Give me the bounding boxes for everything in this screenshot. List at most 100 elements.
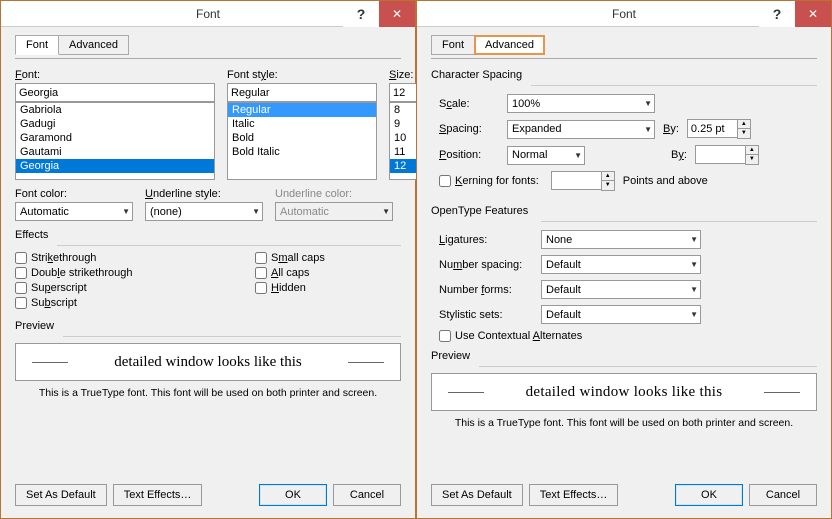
close-button[interactable]: ✕	[379, 1, 415, 27]
num-spacing-label: Number spacing:	[439, 259, 533, 271]
list-item[interactable]: Georgia	[16, 159, 214, 173]
list-item[interactable]: Regular	[228, 103, 376, 117]
spinner-down-icon[interactable]: ▼	[746, 155, 758, 164]
preview-line-icon	[764, 392, 800, 393]
ok-button[interactable]: OK	[259, 484, 327, 506]
preview-box: detailed window looks like this	[15, 343, 401, 381]
tab-font[interactable]: Font	[431, 35, 475, 55]
position-label: Position:	[439, 149, 499, 161]
ligatures-label: Ligatures:	[439, 234, 533, 246]
text-effects-button[interactable]: Text Effects…	[529, 484, 619, 506]
num-spacing-select[interactable]: Default▼	[541, 255, 701, 274]
chevron-down-icon: ▼	[382, 207, 390, 216]
set-default-button[interactable]: Set As Default	[15, 484, 107, 506]
stylistic-select[interactable]: Default▼	[541, 305, 701, 324]
preview-label: Preview	[431, 350, 817, 362]
list-item[interactable]: Gautami	[16, 145, 214, 159]
spacing-by-spinner[interactable]: ▲▼	[687, 119, 751, 139]
list-item[interactable]: Bold	[228, 131, 376, 145]
spinner-up-icon[interactable]: ▲	[602, 172, 614, 181]
chevron-down-icon: ▼	[690, 310, 698, 319]
preview-box: detailed window looks like this	[431, 373, 817, 411]
double-strikethrough-checkbox[interactable]: Double strikethrough	[15, 267, 255, 279]
tab-font[interactable]: Font	[15, 35, 59, 55]
spinner-down-icon[interactable]: ▼	[738, 129, 750, 138]
ot-features-label: OpenType Features	[431, 205, 817, 217]
num-forms-label: Number forms:	[439, 284, 533, 296]
list-item[interactable]: Italic	[228, 117, 376, 131]
list-item[interactable]: Gadugi	[16, 117, 214, 131]
chevron-down-icon: ▼	[644, 99, 652, 108]
font-style-input[interactable]	[227, 83, 377, 102]
cancel-button[interactable]: Cancel	[333, 484, 401, 506]
font-color-select[interactable]: Automatic▼	[15, 202, 133, 221]
underline-style-label: Underline style:	[145, 188, 263, 200]
chevron-down-icon: ▼	[690, 235, 698, 244]
num-forms-select[interactable]: Default▼	[541, 280, 701, 299]
small-caps-checkbox[interactable]: Small caps	[255, 252, 325, 264]
font-dialog-advanced-tab: Font ? ✕ Font Advanced Character Spacing…	[416, 0, 832, 519]
ok-button[interactable]: OK	[675, 484, 743, 506]
chevron-down-icon: ▼	[644, 125, 652, 134]
underline-style-select[interactable]: (none)▼	[145, 202, 263, 221]
scale-select[interactable]: 100%▼	[507, 94, 655, 113]
kerning-input[interactable]	[551, 171, 601, 190]
footnote: This is a TrueType font. This font will …	[431, 417, 817, 429]
set-default-button[interactable]: Set As Default	[431, 484, 523, 506]
position-select[interactable]: Normal▼	[507, 146, 585, 165]
window-title: Font	[196, 7, 220, 21]
by-label: By:	[663, 123, 679, 135]
font-dialog-font-tab: Font ? ✕ Font Advanced Font: Gabriola Ga…	[0, 0, 416, 519]
strikethrough-checkbox[interactable]: Strikethrough	[15, 252, 255, 264]
spacing-label: Spacing:	[439, 123, 499, 135]
font-listbox[interactable]: Gabriola Gadugi Garamond Gautami Georgia	[15, 102, 215, 180]
superscript-checkbox[interactable]: Superscript	[15, 282, 255, 294]
font-input[interactable]	[15, 83, 215, 102]
spinner-up-icon[interactable]: ▲	[746, 146, 758, 155]
kerning-spinner[interactable]: ▲▼	[551, 171, 615, 191]
spacing-select[interactable]: Expanded▼	[507, 120, 655, 139]
preview-text: detailed window looks like this	[496, 384, 752, 401]
preview-text: detailed window looks like this	[80, 354, 336, 371]
hidden-checkbox[interactable]: Hidden	[255, 282, 325, 294]
window-title: Font	[612, 7, 636, 21]
chevron-down-icon: ▼	[252, 207, 260, 216]
chevron-down-icon: ▼	[574, 151, 582, 160]
subscript-checkbox[interactable]: Subscript	[15, 297, 255, 309]
titlebar: Font ? ✕	[1, 1, 415, 27]
underline-color-select: Automatic▼	[275, 202, 393, 221]
ligatures-select[interactable]: None▼	[541, 230, 701, 249]
cancel-button[interactable]: Cancel	[749, 484, 817, 506]
text-effects-button[interactable]: Text Effects…	[113, 484, 203, 506]
preview-line-icon	[32, 362, 68, 363]
spacing-by-input[interactable]	[687, 119, 737, 138]
font-style-label: Font style:	[227, 69, 377, 81]
preview-label: Preview	[15, 320, 401, 332]
kerning-checkbox[interactable]: Kerning for fonts:	[439, 175, 539, 187]
help-button[interactable]: ?	[343, 1, 379, 27]
points-above-label: Points and above	[623, 175, 708, 187]
chevron-down-icon: ▼	[690, 260, 698, 269]
preview-line-icon	[448, 392, 484, 393]
contextual-alternates-checkbox[interactable]: Use Contextual Alternates	[439, 330, 817, 342]
spinner-up-icon[interactable]: ▲	[738, 120, 750, 129]
position-by-input[interactable]	[695, 145, 745, 164]
spinner-down-icon[interactable]: ▼	[602, 181, 614, 190]
all-caps-checkbox[interactable]: All caps	[255, 267, 325, 279]
effects-label: Effects	[15, 229, 401, 241]
tab-advanced[interactable]: Advanced	[474, 35, 545, 55]
list-item[interactable]: Garamond	[16, 131, 214, 145]
footnote: This is a TrueType font. This font will …	[15, 387, 401, 399]
preview-line-icon	[348, 362, 384, 363]
list-item[interactable]: Gabriola	[16, 103, 214, 117]
chevron-down-icon: ▼	[690, 285, 698, 294]
titlebar: Font ? ✕	[417, 1, 831, 27]
stylistic-label: Stylistic sets:	[439, 309, 533, 321]
close-button[interactable]: ✕	[795, 1, 831, 27]
position-by-spinner[interactable]: ▲▼	[695, 145, 759, 165]
font-style-listbox[interactable]: Regular Italic Bold Bold Italic	[227, 102, 377, 180]
list-item[interactable]: Bold Italic	[228, 145, 376, 159]
char-spacing-label: Character Spacing	[431, 69, 817, 81]
help-button[interactable]: ?	[759, 1, 795, 27]
tab-advanced[interactable]: Advanced	[58, 35, 129, 55]
